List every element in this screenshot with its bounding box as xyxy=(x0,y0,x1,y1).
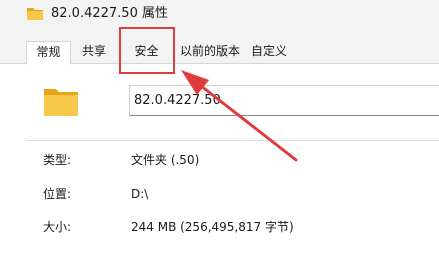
folder-name-field[interactable]: 82.0.4227.50 xyxy=(129,85,439,116)
location-value: D:\ xyxy=(131,187,149,201)
type-value: 文件夹 (.50) xyxy=(131,153,200,167)
size-label: 大小: xyxy=(43,220,72,234)
title-bar: 82.0.4227.50 属性 xyxy=(0,0,439,28)
divider xyxy=(26,140,439,141)
tab-strip: 常规 共享 安全 以前的版本 自定义 xyxy=(0,28,439,65)
tab-customize[interactable]: 自定义 xyxy=(246,41,292,64)
size-value: 244 MB (256,495,817 字节) xyxy=(131,220,294,234)
folder-icon xyxy=(43,86,79,117)
type-label: 类型: xyxy=(43,153,72,167)
tab-general[interactable]: 常规 xyxy=(26,41,71,65)
tab-previous-versions[interactable]: 以前的版本 xyxy=(176,41,244,64)
location-label: 位置: xyxy=(43,187,72,201)
window-title: 82.0.4227.50 属性 xyxy=(51,6,168,21)
folder-icon xyxy=(26,6,44,21)
tab-security[interactable]: 安全 xyxy=(119,41,174,64)
tab-sharing[interactable]: 共享 xyxy=(73,41,115,64)
